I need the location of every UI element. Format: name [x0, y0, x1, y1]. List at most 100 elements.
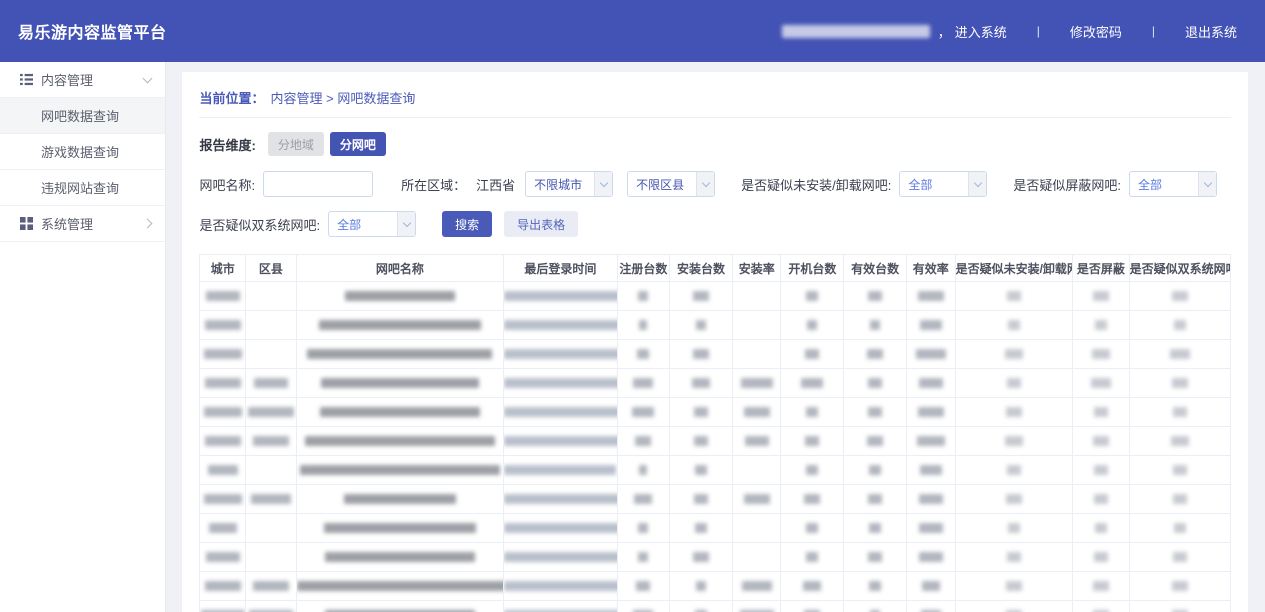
table-cell: [200, 543, 246, 572]
uninstall-select[interactable]: 全部: [899, 171, 987, 197]
table-cell: [1072, 485, 1129, 514]
redacted-text: [320, 407, 480, 417]
table-cell: [1129, 398, 1230, 427]
redacted-text: [504, 581, 617, 591]
redacted-text: [634, 494, 652, 504]
header-separator: |: [1037, 24, 1040, 38]
table-cell: [246, 427, 297, 456]
table-cell: [246, 340, 297, 369]
table-cell: [670, 601, 733, 612]
table-row[interactable]: [200, 514, 1231, 543]
table-cell: [246, 543, 297, 572]
table-row[interactable]: [200, 369, 1231, 398]
netbar-name-input[interactable]: [263, 171, 373, 197]
table-cell: [1129, 514, 1230, 543]
block-select-value: 全部: [1130, 176, 1198, 193]
redacted-text: [696, 581, 706, 591]
table-cell: [296, 340, 504, 369]
table-cell: [955, 485, 1072, 514]
redacted-text: [694, 436, 708, 446]
district-select[interactable]: 不限区县: [627, 171, 715, 197]
table-cell: [617, 311, 670, 340]
redacted-text: [745, 436, 769, 446]
redacted-text: [806, 523, 818, 533]
table-row[interactable]: [200, 456, 1231, 485]
table-cell: [617, 543, 670, 572]
table-row[interactable]: [200, 543, 1231, 572]
table-cell: [504, 427, 617, 456]
table-row[interactable]: [200, 485, 1231, 514]
table-cell: [732, 572, 781, 601]
table-row[interactable]: [200, 427, 1231, 456]
table-row[interactable]: [200, 340, 1231, 369]
search-button[interactable]: 搜索: [442, 211, 492, 237]
table-row[interactable]: [200, 398, 1231, 427]
sidebar-item-game-data-query[interactable]: 游戏数据查询: [0, 134, 165, 170]
redacted-text: [253, 581, 289, 591]
change-password-link[interactable]: 修改密码: [1070, 22, 1122, 41]
table-cell: [670, 543, 733, 572]
table-row[interactable]: [200, 572, 1231, 601]
redacted-text: [638, 523, 648, 533]
sidebar-item-netbar-data-query[interactable]: 网吧数据查询: [0, 98, 165, 134]
redacted-text: [919, 552, 943, 562]
table-cell: [670, 456, 733, 485]
column-header: 有效率: [906, 255, 955, 282]
redacted-text: [321, 378, 479, 388]
table-cell: [1129, 282, 1230, 311]
table-cell: [955, 572, 1072, 601]
redacted-text: [1172, 581, 1188, 591]
table-cell: [781, 427, 844, 456]
chevron-down-icon: [1203, 179, 1211, 187]
region-label: 所在区域：: [401, 175, 466, 194]
table-cell: [906, 369, 955, 398]
table-cell: [200, 572, 246, 601]
city-select[interactable]: 不限城市: [525, 171, 613, 197]
table-row[interactable]: [200, 282, 1231, 311]
sidebar-group-system-management[interactable]: 系统管理: [0, 206, 165, 242]
redacted-text: [741, 378, 773, 388]
table-header-row: 城市区县网吧名称最后登录时间注册台数安装台数安装率开机台数有效台数有效率是否疑似…: [200, 255, 1231, 282]
table-cell: [732, 601, 781, 612]
redacted-text: [695, 523, 707, 533]
export-table-button[interactable]: 导出表格: [504, 211, 578, 237]
table-cell: [296, 601, 504, 612]
redacted-text: [1093, 436, 1109, 446]
table-cell: [732, 398, 781, 427]
redacted-text: [206, 552, 240, 562]
redacted-text: [325, 552, 475, 562]
table-row[interactable]: [200, 311, 1231, 340]
redacted-text: [633, 378, 653, 388]
table-cell: [906, 543, 955, 572]
table-cell: [955, 311, 1072, 340]
table-cell: [844, 601, 907, 612]
redacted-text: [918, 407, 944, 417]
redacted-text: [305, 436, 495, 446]
table-cell: [296, 456, 504, 485]
table-cell: [732, 369, 781, 398]
table-cell: [906, 282, 955, 311]
redacted-text: [695, 465, 707, 475]
table-cell: [955, 427, 1072, 456]
redacted-text: [1006, 494, 1022, 504]
dimension-by-region-button[interactable]: 分地域: [268, 132, 324, 156]
table-cell: [1129, 427, 1230, 456]
dimension-by-netbar-button[interactable]: 分网吧: [330, 132, 386, 156]
redacted-text: [344, 494, 456, 504]
sidebar-group-content-management[interactable]: 内容管理: [0, 62, 165, 98]
redacted-text: [1095, 523, 1107, 533]
redacted-text: [504, 552, 617, 562]
redacted-text: [504, 494, 617, 504]
logout-link[interactable]: 退出系统: [1185, 22, 1237, 41]
table-cell: [504, 340, 617, 369]
select-arrow: [397, 212, 415, 236]
sidebar-item-illegal-site-query[interactable]: 违规网站查询: [0, 170, 165, 206]
enter-system-link[interactable]: 进入系统: [955, 22, 1007, 41]
redacted-text: [208, 465, 238, 475]
table-cell: [670, 282, 733, 311]
table-row[interactable]: [200, 601, 1231, 612]
redacted-text: [1173, 494, 1187, 504]
dual-system-select[interactable]: 全部: [328, 211, 416, 237]
table-cell: [781, 369, 844, 398]
block-select[interactable]: 全部: [1129, 171, 1217, 197]
